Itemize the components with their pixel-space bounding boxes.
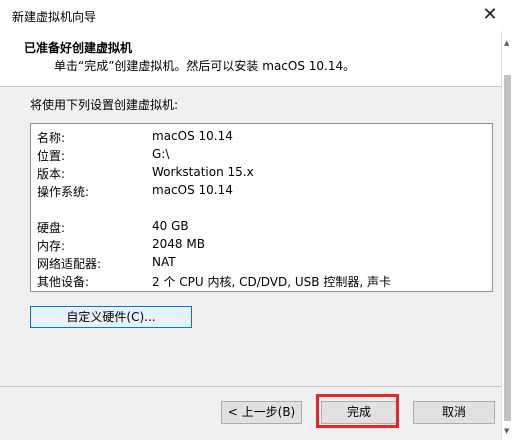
setting-key: 版本: <box>37 167 66 181</box>
setting-value: Workstation 15.x <box>152 165 254 179</box>
footer-divider <box>0 386 501 387</box>
cancel-button[interactable]: 取消 <box>413 401 495 424</box>
wizard-header: 已准备好创建虚拟机 单击“完成”创建虚拟机。然后可以安装 macOS 10.14… <box>0 31 501 87</box>
setting-value: macOS 10.14 <box>152 183 233 197</box>
setting-key: 网络适配器: <box>37 257 102 271</box>
setting-key: 其他设备: <box>37 275 90 289</box>
setting-value: NAT <box>152 255 176 269</box>
window-title: 新建虚拟机向导 <box>12 10 97 24</box>
settings-summary: 名称: macOS 10.14 位置: G:\ 版本: Workstation … <box>30 123 493 292</box>
finish-highlight-box <box>316 394 399 428</box>
setting-value: G:\ <box>152 147 170 161</box>
header-title: 已准备好创建虚拟机 <box>24 41 133 55</box>
settings-label: 将使用下列设置创建虚拟机: <box>30 98 179 112</box>
setting-key: 位置: <box>37 149 66 163</box>
close-icon[interactable]: ✕ <box>473 2 507 28</box>
header-subtitle: 单击“完成”创建虚拟机。然后可以安装 macOS 10.14。 <box>54 59 356 73</box>
setting-value: 2048 MB <box>152 237 205 251</box>
customize-hardware-button[interactable]: 自定义硬件(C)... <box>30 306 192 328</box>
setting-key: 操作系统: <box>37 185 90 199</box>
setting-value: 2 个 CPU 内核, CD/DVD, USB 控制器, 声卡 <box>152 275 391 289</box>
setting-value: macOS 10.14 <box>152 129 233 143</box>
setting-key: 名称: <box>37 131 66 145</box>
title-bar: 新建虚拟机向导 ✕ <box>0 0 513 31</box>
scroll-down-icon[interactable]: ▼ <box>504 427 509 435</box>
setting-value: 40 GB <box>152 219 189 233</box>
back-button[interactable]: < 上一步(B) <box>221 401 302 424</box>
vertical-scrollbar[interactable]: ▲ ▼ <box>501 31 513 440</box>
scroll-up-icon[interactable]: ▲ <box>504 39 509 47</box>
scrollbar-thumb[interactable] <box>504 75 511 421</box>
setting-key: 内存: <box>37 239 66 253</box>
setting-key: 硬盘: <box>37 221 66 235</box>
